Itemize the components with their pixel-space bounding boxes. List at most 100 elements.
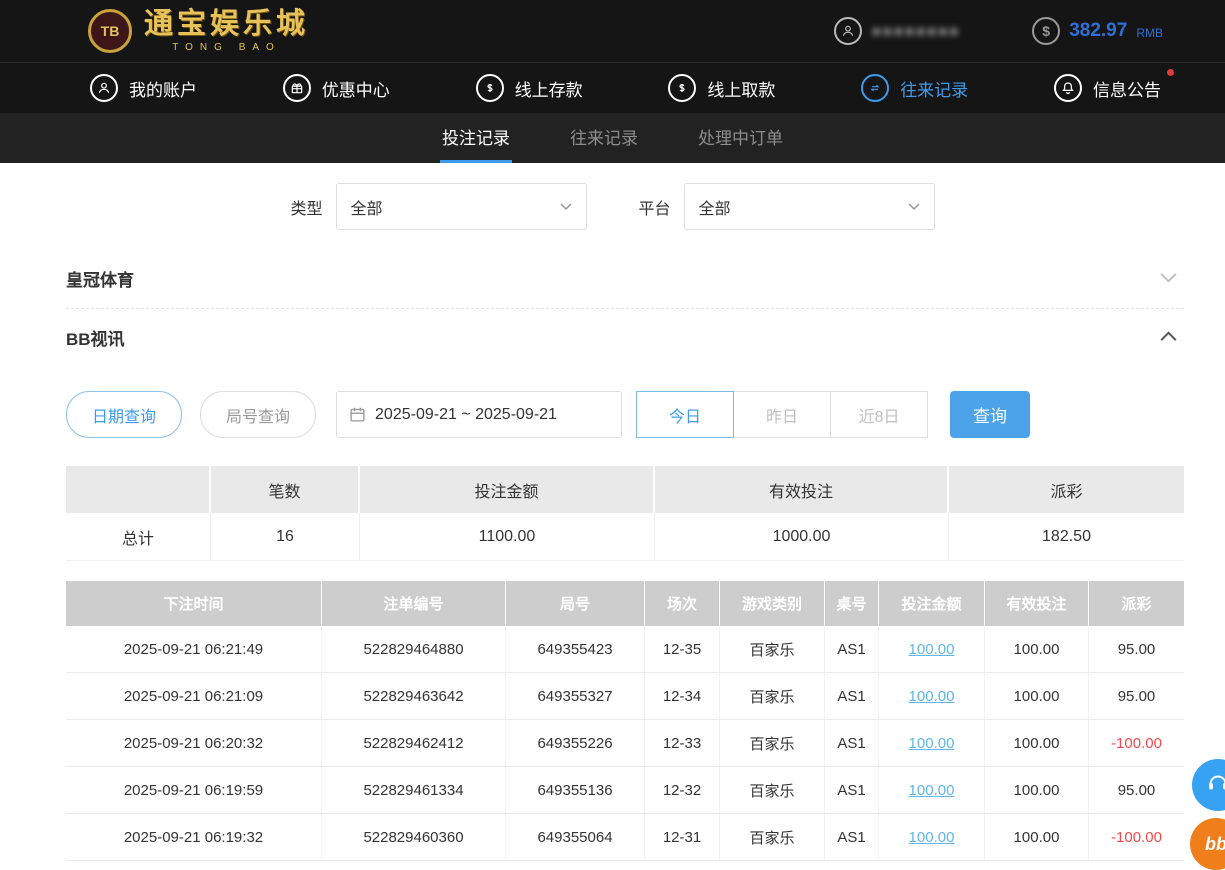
date-query-button[interactable]: 日期查询	[66, 391, 183, 438]
section-header-crown[interactable]: 皇冠体育	[66, 250, 1184, 309]
cell-bet-time: 2025-09-21 06:21:09	[66, 673, 322, 720]
type-filter-label: 类型	[290, 200, 323, 218]
logo[interactable]: TB 通宝娱乐城 TONG BAO	[88, 9, 309, 53]
col-header-round-no: 局号	[506, 581, 645, 626]
records-icon	[861, 74, 890, 102]
summary-header-count: 笔数	[211, 466, 360, 513]
tab-pending-orders[interactable]: 处理中订单	[696, 113, 785, 163]
type-select[interactable]: 全部	[335, 183, 587, 230]
summary-payout-value: 182.50	[949, 513, 1184, 561]
platform-filter: 平台 全部	[639, 183, 935, 230]
summary-bet-value: 1100.00	[360, 513, 655, 561]
nav-item-label: 线上存款	[514, 80, 583, 100]
bet-amount-link[interactable]: 100.00	[879, 626, 985, 673]
cell-bet-id: 522829463642	[322, 673, 506, 720]
cell-session: 12-32	[645, 767, 720, 814]
bet-amount-link[interactable]: 100.00	[879, 673, 985, 720]
user-icon	[90, 74, 118, 102]
bet-amount-link[interactable]: 100.00	[879, 767, 985, 814]
username-masked: ●●●●●●●●	[871, 22, 961, 40]
type-filter: 类型 全部	[290, 183, 587, 230]
nav-item-label: 线上取款	[707, 80, 776, 100]
platform-select[interactable]: 全部	[683, 183, 935, 230]
quick-range-group: 今日 昨日 近8日	[636, 391, 929, 438]
col-header-bet-time: 下注时间	[66, 581, 322, 626]
customer-service-button[interactable]	[1192, 759, 1225, 811]
bet-amount-link[interactable]: 100.00	[879, 720, 985, 767]
logo-badge-icon: TB	[88, 9, 132, 53]
cell-session: 12-34	[645, 673, 720, 720]
headset-icon	[1206, 771, 1225, 800]
balance-currency: RMB	[1136, 26, 1163, 40]
yesterday-button[interactable]: 昨日	[733, 391, 832, 438]
chevron-up-icon[interactable]	[1159, 329, 1178, 347]
notification-dot	[1166, 69, 1174, 76]
nav-item-deposit[interactable]: 线上存款	[475, 74, 583, 102]
subtabs: 投注记录 往来记录 处理中订单	[0, 113, 1225, 163]
cell-valid-bet: 100.00	[985, 767, 1089, 814]
cell-valid-bet: 100.00	[985, 814, 1089, 861]
main-content: 皇冠体育 BB视讯 日期查询 局号查询 2025-09-21 ~ 2025-09…	[66, 250, 1184, 861]
nav-item-label: 往来记录	[900, 80, 969, 100]
section-title: BB视讯	[66, 330, 125, 349]
cell-bet-id: 522829464880	[322, 626, 506, 673]
today-button[interactable]: 今日	[636, 391, 735, 438]
bet-table: 下注时间 注单编号 局号 场次 游戏类别 桌号 投注金额 有效投注 派彩 202…	[66, 581, 1184, 861]
nav-item-transaction-records[interactable]: 往来记录	[861, 74, 968, 102]
cell-round-no: 649355423	[506, 626, 645, 673]
chevron-down-icon[interactable]	[1159, 270, 1178, 288]
nav-item-promotions[interactable]: 优惠中心	[282, 74, 390, 102]
cell-session: 12-31	[645, 814, 720, 861]
nav-item-withdraw[interactable]: 线上取款	[668, 74, 775, 102]
summary-count-value: 16	[211, 513, 360, 561]
summary-table: 笔数 投注金额 有效投注 派彩 总计 16 1100.00 1000.00 18…	[66, 466, 1184, 561]
topbar: TB 通宝娱乐城 TONG BAO ●●●●●●●● $ 382.97 RMB	[0, 0, 1225, 62]
user-account[interactable]: ●●●●●●●●	[833, 17, 961, 45]
cell-bet-time: 2025-09-21 06:19:59	[66, 767, 322, 814]
col-header-game-type: 游戏类别	[720, 581, 825, 626]
gift-icon	[282, 74, 311, 102]
cell-table-no: AS1	[825, 720, 879, 767]
deposit-icon	[475, 74, 504, 102]
logo-text: 通宝娱乐城 TONG BAO	[144, 9, 309, 53]
bb-service-button[interactable]: bb	[1190, 818, 1225, 870]
nav-item-announcements[interactable]: 信息公告	[1053, 69, 1174, 102]
cell-table-no: AS1	[825, 673, 879, 720]
cell-table-no: AS1	[825, 814, 879, 861]
filter-bar: 类型 全部 平台 全部	[0, 163, 1225, 250]
tab-transaction-records[interactable]: 往来记录	[568, 113, 640, 163]
tab-bet-records[interactable]: 投注记录	[440, 113, 512, 163]
type-select-value: 全部	[350, 200, 383, 218]
cell-round-no: 649355064	[506, 814, 645, 861]
bb-logo: bb	[1205, 833, 1225, 854]
main-nav: 我的账户 优惠中心 线上存款 线上取款 往来记录 信息公告	[0, 62, 1225, 113]
section-header-bb[interactable]: BB视讯	[66, 309, 1184, 367]
chevron-down-icon	[907, 198, 920, 216]
bet-amount-link[interactable]: 100.00	[879, 814, 985, 861]
cell-bet-id: 522829462412	[322, 720, 506, 767]
bell-icon	[1053, 74, 1082, 102]
round-query-button[interactable]: 局号查询	[200, 391, 317, 438]
cell-bet-time: 2025-09-21 06:19:32	[66, 814, 322, 861]
cell-payout: 95.00	[1089, 673, 1184, 720]
nav-item-label: 优惠中心	[321, 80, 390, 100]
cell-table-no: AS1	[825, 767, 879, 814]
last8days-button[interactable]: 近8日	[830, 391, 929, 438]
chevron-down-icon	[559, 198, 572, 216]
cell-valid-bet: 100.00	[985, 626, 1089, 673]
summary-header-bet: 投注金额	[360, 466, 655, 513]
summary-header-empty	[66, 466, 211, 513]
logo-subtitle: TONG BAO	[172, 41, 281, 53]
cell-bet-id: 522829461334	[322, 767, 506, 814]
cell-session: 12-33	[645, 720, 720, 767]
summary-header-valid: 有效投注	[655, 466, 949, 513]
cell-bet-time: 2025-09-21 06:21:49	[66, 626, 322, 673]
date-range-input[interactable]: 2025-09-21 ~ 2025-09-21	[336, 391, 623, 438]
nav-item-my-account[interactable]: 我的账户	[90, 74, 197, 102]
search-button[interactable]: 查询	[950, 391, 1031, 438]
cell-game-type: 百家乐	[720, 767, 825, 814]
col-header-payout: 派彩	[1089, 581, 1184, 626]
balance-amount: 382.97	[1069, 20, 1128, 41]
withdraw-icon	[668, 74, 697, 102]
cell-valid-bet: 100.00	[985, 673, 1089, 720]
